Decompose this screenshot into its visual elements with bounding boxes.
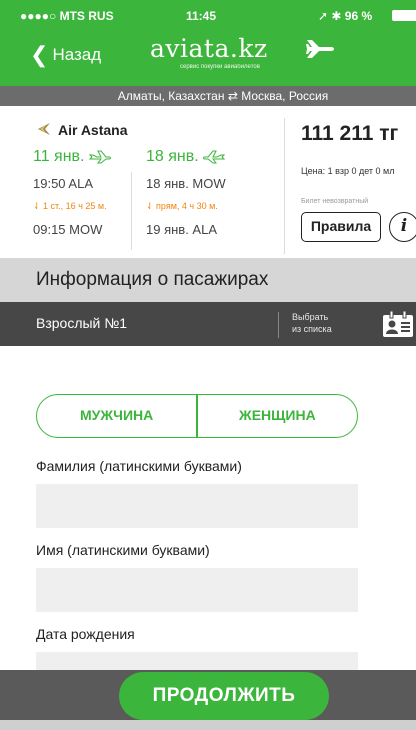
passenger-label: Взрослый №1 <box>36 315 128 331</box>
back-button[interactable]: ❮ Назад <box>30 44 101 66</box>
plane-icon <box>306 40 334 58</box>
choose-from-list-button[interactable]: Выбрать из списка <box>292 311 332 335</box>
logo-subtitle: сервис покупки авиабилетов <box>180 64 260 70</box>
battery-label: ➚ ✱ 96 % <box>318 9 373 23</box>
rules-button[interactable]: Правила <box>301 212 381 242</box>
info-icon[interactable]: i <box>389 212 416 242</box>
choose-line-2: из списка <box>292 324 332 334</box>
gender-male-button[interactable]: МУЖЧИНА <box>37 395 196 437</box>
passenger-bar: Взрослый №1 Выбрать из списка <box>0 302 416 346</box>
surname-label: Фамилия (латинскими буквами) <box>36 458 242 474</box>
column-divider <box>131 172 132 250</box>
gender-female-button[interactable]: ЖЕНЩИНА <box>198 395 357 437</box>
name-label: Имя (латинскими буквами) <box>36 542 210 558</box>
birth-date-label: Дата рождения <box>36 626 135 642</box>
battery-icon <box>392 10 416 21</box>
logo-text: aviata.kz <box>150 34 268 63</box>
price-divider <box>284 118 285 254</box>
back-label: Назад <box>52 45 102 64</box>
outbound-arrival: 09:15 MOW <box>33 222 103 237</box>
outbound-stops-label: 1 ст., 16 ч 25 м. <box>43 201 107 211</box>
return-departure: 18 янв. MOW <box>146 176 226 191</box>
return-date-label: 18 янв. <box>146 148 199 165</box>
passengers-section-title: Информация о пасажирах <box>0 258 416 302</box>
return-stops-label: прям, 4 ч 30 м. <box>156 201 218 211</box>
choose-line-1: Выбрать <box>292 312 329 322</box>
outbound-stops: ⇃ 1 ст., 16 ч 25 м. <box>33 201 107 211</box>
outbound-departure: 19:50 ALA <box>33 176 93 191</box>
return-arrival: 19 янв. ALA <box>146 222 217 237</box>
route-bar: Алматы, Казахстан ⇄ Москва, Россия <box>0 86 416 106</box>
return-plane-icon <box>202 150 225 164</box>
chevron-left-icon: ❮ <box>30 42 49 67</box>
surname-input[interactable] <box>36 484 358 528</box>
app-header: ●●●●○ MTS RUS 11:45 ➚ ✱ 96 % ❮ Назад avi… <box>0 0 416 86</box>
aviata-logo: aviata.kz сервис покупки авиабилетов <box>150 34 334 74</box>
air-astana-logo-icon <box>38 123 50 135</box>
outbound-date-label: 11 янв. <box>33 148 85 165</box>
return-stops: ⇃ прям, 4 ч 30 м. <box>146 201 218 211</box>
ticket-price: 111 211 тг <box>301 122 399 145</box>
airline-name: Air Astana <box>58 122 128 138</box>
price-detail: Цена: 1 взр 0 дет 0 мл <box>301 166 395 176</box>
departure-plane-icon <box>88 150 111 164</box>
contact-card-icon[interactable] <box>382 310 414 338</box>
nonrefundable-note: Билет невозвратный <box>301 198 369 205</box>
continue-button[interactable]: ПРОДОЛЖИТЬ <box>119 672 329 720</box>
battery-percent: 96 % <box>344 9 373 23</box>
name-input[interactable] <box>36 568 358 612</box>
booking-screen: ●●●●○ MTS RUS 11:45 ➚ ✱ 96 % ❮ Назад avi… <box>0 0 416 730</box>
divider <box>278 312 279 338</box>
bottom-strip <box>0 720 416 730</box>
status-bar: ●●●●○ MTS RUS 11:45 ➚ ✱ 96 % <box>0 0 416 28</box>
return-date: 18 янв. <box>146 148 225 166</box>
flight-card: Air Astana 11 янв. 18 янв. 19:50 ALA ⇃ 1… <box>0 106 416 258</box>
carrier-label: ●●●●○ MTS RUS <box>20 9 114 23</box>
outbound-date: 11 янв. <box>33 148 111 166</box>
gender-selector: МУЖЧИНА ЖЕНЩИНА <box>36 394 358 438</box>
clock: 11:45 <box>186 9 217 23</box>
